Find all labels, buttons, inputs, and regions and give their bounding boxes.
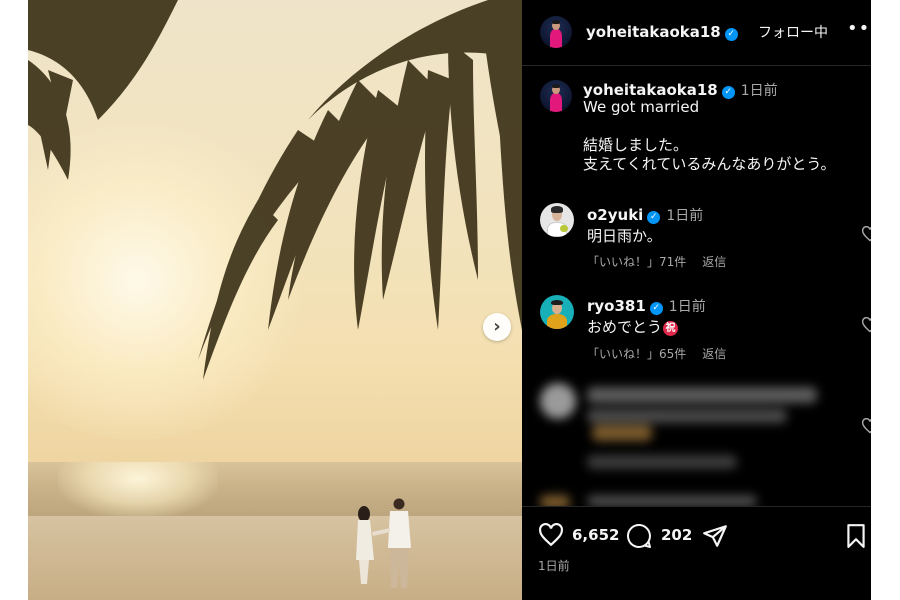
comment-timestamp[interactable]: 1日前 — [669, 299, 706, 315]
comment-username[interactable]: o2yuki — [587, 206, 643, 224]
palm-leaves — [28, 0, 522, 588]
comment-text: 明日雨か。 — [587, 227, 662, 245]
comment-author-row: o2yuki ✓ 1日前 — [587, 205, 703, 225]
verified-badge-icon: ✓ — [649, 302, 663, 315]
instagram-post-window: › yoheitakaoka18✓ フォロー中 ••• yoheitakaoka… — [28, 0, 871, 600]
following-button[interactable]: フォロー中 — [758, 22, 828, 42]
commenter-avatar-ryo381[interactable] — [540, 295, 574, 329]
caption-username[interactable]: yoheitakaoka18 — [583, 81, 718, 99]
reply-button[interactable]: 返信 — [702, 255, 726, 269]
comment-like-count[interactable]: 「いいね！」65件 — [587, 347, 686, 361]
caption-author-avatar[interactable] — [540, 80, 572, 112]
caption-line: 結婚しました。 — [583, 136, 689, 154]
heart-icon[interactable] — [538, 523, 564, 547]
caption-timestamp[interactable]: 1日前 — [741, 83, 778, 99]
post-header: yoheitakaoka18✓ フォロー中 ••• — [522, 0, 871, 66]
comment-heart-icon[interactable] — [861, 226, 871, 242]
comment-like-count[interactable]: 「いいね！」71件 — [587, 255, 686, 269]
post-side-panel: yoheitakaoka18✓ フォロー中 ••• yoheitakaoka18… — [522, 0, 871, 600]
commenter-avatar-o2yuki[interactable] — [540, 203, 574, 237]
verified-badge-icon: ✓ — [647, 211, 661, 224]
comment-heart-icon[interactable] — [861, 317, 871, 333]
verified-badge-icon: ✓ — [724, 28, 738, 41]
comment-bubble-icon[interactable] — [626, 523, 652, 549]
comment-text-content: おめでとう — [587, 318, 663, 336]
chevron-right-icon: › — [493, 316, 501, 337]
comment-author-row: ryo381 ✓ 1日前 — [587, 296, 706, 316]
comment-text: おめでとう祝 — [587, 316, 679, 337]
author-username[interactable]: yoheitakaoka18 ✓ — [586, 23, 738, 41]
bookmark-icon[interactable] — [845, 523, 867, 549]
comment-timestamp[interactable]: 1日前 — [666, 208, 703, 224]
comment-count[interactable]: 202 — [661, 526, 692, 544]
like-count[interactable]: 6,652 — [572, 526, 619, 544]
username-text[interactable]: yoheitakaoka18 — [586, 23, 721, 41]
post-photo[interactable]: › — [28, 0, 522, 600]
next-photo-button[interactable]: › — [483, 313, 511, 341]
paper-plane-icon[interactable] — [702, 523, 728, 549]
post-caption: We got married 結婚しました。 支えてくれているみんなありがとう。 — [583, 98, 835, 174]
congratulations-emoji-icon: 祝 — [663, 321, 679, 336]
post-timestamp[interactable]: 1日前 — [538, 557, 570, 574]
comment-username[interactable]: ryo381 — [587, 297, 646, 315]
comment-meta: 「いいね！」65件 返信 — [587, 345, 726, 362]
caption-author-row: yoheitakaoka18 ✓ 1日前 — [583, 80, 778, 100]
comment-heart-icon[interactable] — [861, 418, 871, 434]
author-avatar[interactable] — [540, 16, 572, 48]
more-options-icon[interactable]: ••• — [847, 18, 871, 39]
comment-meta: 「いいね！」71件 返信 — [587, 253, 726, 270]
post-actions: 6,652 202 1日前 — [522, 506, 871, 600]
caption-line: 支えてくれているみんなありがとう。 — [583, 155, 836, 173]
reply-button[interactable]: 返信 — [702, 347, 726, 361]
blurred-comment — [522, 375, 871, 509]
caption-line: We got married — [583, 98, 700, 116]
